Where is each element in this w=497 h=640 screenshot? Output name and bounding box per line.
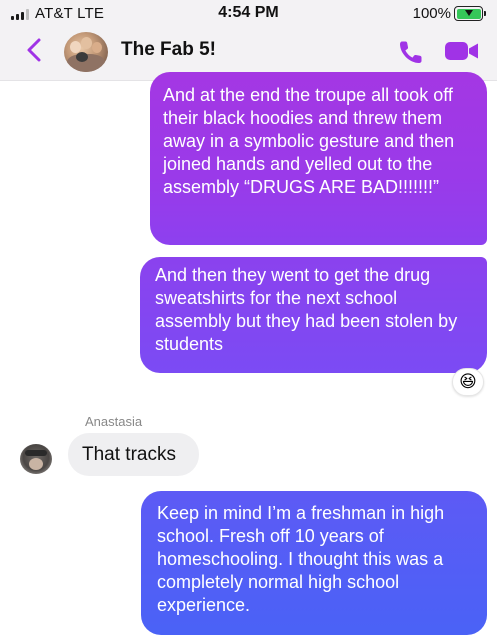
status-bar: AT&T LTE 4:54 PM 100% (0, 0, 497, 28)
battery-percent: 100% (412, 5, 451, 22)
back-button[interactable] (24, 37, 46, 63)
phone-icon (400, 41, 422, 63)
message-bubble-outgoing[interactable]: Keep in mind I’m a freshman in high scho… (141, 491, 487, 635)
battery-charging-icon (454, 6, 486, 21)
laughing-emoji-icon: 😆 (459, 372, 477, 391)
reaction-badge[interactable]: 😆 (452, 368, 484, 396)
sender-name: Anastasia (85, 414, 143, 429)
message-bubble-outgoing[interactable]: And then they went to get the drug sweat… (140, 257, 487, 373)
audio-call-button[interactable] (397, 38, 425, 66)
group-avatar[interactable] (64, 32, 108, 72)
messenger-chat-screen: AT&T LTE 4:54 PM 100% The Fab 5! And at … (0, 0, 497, 640)
video-camera-icon (445, 42, 478, 60)
chevron-left-icon (27, 38, 41, 62)
chat-header: AT&T LTE 4:54 PM 100% The Fab 5! (0, 0, 497, 81)
sender-avatar[interactable] (20, 444, 52, 474)
video-call-button[interactable] (444, 39, 480, 63)
message-bubble-outgoing[interactable]: And at the end the troupe all took off t… (150, 72, 487, 245)
chat-title[interactable]: The Fab 5! (121, 39, 216, 61)
message-bubble-incoming[interactable]: That tracks (68, 433, 199, 476)
